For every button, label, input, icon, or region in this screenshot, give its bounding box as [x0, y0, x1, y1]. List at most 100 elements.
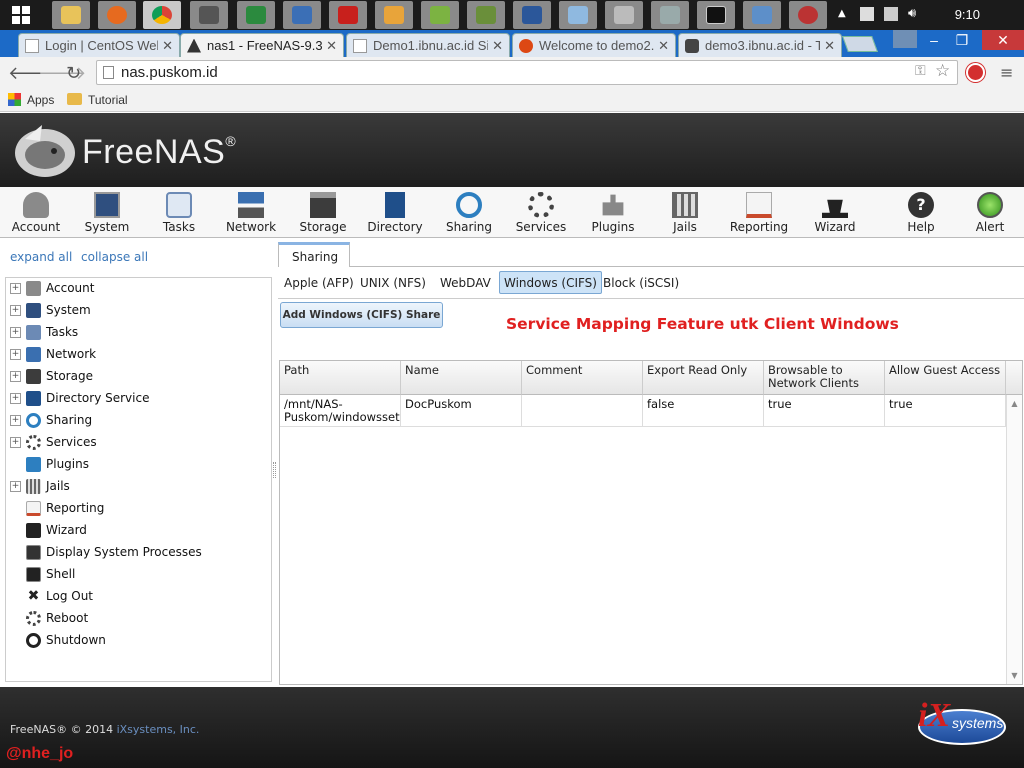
tree-item-tasks[interactable]: + Tasks	[10, 322, 78, 342]
menu-jails[interactable]: Jails	[654, 187, 716, 238]
taskbar-virtualbox[interactable]	[283, 1, 321, 29]
menu-alert[interactable]: Alert	[960, 187, 1020, 238]
expand-icon[interactable]: +	[10, 326, 21, 338]
bookmark-apps[interactable]: Apps	[27, 93, 54, 107]
apps-grid-icon[interactable]	[8, 93, 21, 106]
browser-tab-freenas[interactable]: nas1 - FreeNAS-9.3-S✕	[180, 33, 344, 57]
menu-storage[interactable]: Storage	[292, 187, 354, 238]
bookmark-tutorial[interactable]: Tutorial	[88, 93, 128, 107]
menu-system[interactable]: System	[76, 187, 138, 238]
reload-button[interactable]: ↻	[66, 63, 81, 84]
collapse-all-link[interactable]: collapse all	[81, 250, 148, 264]
tree-item-shell[interactable]: Shell	[10, 564, 75, 584]
tree-item-shutdown[interactable]: Shutdown	[10, 630, 106, 650]
column-header-browsable[interactable]: Browsable to Network Clients	[764, 361, 885, 395]
expand-icon[interactable]: +	[10, 282, 21, 294]
tree-item-display-system-processes[interactable]: Display System Processes	[10, 542, 202, 562]
taskbar-firefox[interactable]	[98, 1, 136, 29]
subtab-block-iscsi[interactable]: Block (iSCSI)	[599, 271, 683, 294]
url-text[interactable]: nas.puskom.id	[121, 64, 218, 81]
browser-tab-centos[interactable]: Login | CentOS WebP ✕	[18, 33, 180, 57]
menu-help[interactable]: ? Help	[890, 187, 952, 238]
subtab-unix-nfs[interactable]: UNIX (NFS)	[356, 271, 430, 294]
tree-item-plugins[interactable]: Plugins	[10, 454, 89, 474]
menu-plugins[interactable]: Plugins	[582, 187, 644, 238]
tree-item-reboot[interactable]: Reboot	[10, 608, 88, 628]
subtab-windows-cifs[interactable]: Windows (CIFS)	[499, 271, 602, 294]
taskbar-word[interactable]	[513, 1, 551, 29]
adblock-icon[interactable]	[966, 63, 985, 82]
menu-directory[interactable]: Directory	[364, 187, 426, 238]
tree-item-sharing[interactable]: + Sharing	[10, 410, 92, 430]
tree-item-storage[interactable]: + Storage	[10, 366, 93, 386]
tray-network-icon[interactable]	[860, 7, 874, 21]
tree-item-services[interactable]: + Services	[10, 432, 97, 452]
tray-device-icon[interactable]	[884, 7, 898, 21]
browser-tab-demo2[interactable]: Welcome to demo2.i ✕	[512, 33, 676, 57]
expand-icon[interactable]: +	[10, 392, 21, 404]
tray-clock[interactable]: 9:10	[955, 7, 980, 22]
address-bar[interactable]: nas.puskom.id ⚿ ☆	[96, 60, 958, 85]
expand-icon[interactable]: +	[10, 304, 21, 316]
tray-volume-icon[interactable]: 🔊︎	[908, 6, 916, 21]
scroll-down-icon[interactable]: ▼	[1007, 671, 1022, 680]
taskbar-file-explorer[interactable]	[52, 1, 90, 29]
taskbar-rdp-app[interactable]	[743, 1, 781, 29]
browser-tab-demo1[interactable]: Demo1.ibnu.ac.id Sit ✕	[346, 33, 510, 57]
expand-icon[interactable]: +	[10, 348, 21, 360]
column-header-path[interactable]: Path	[280, 361, 401, 395]
scroll-up-icon[interactable]: ▲	[1007, 399, 1022, 408]
chrome-menu-icon[interactable]: ≡	[1000, 63, 1013, 82]
taskbar-chrome[interactable]	[143, 1, 181, 29]
page-info-icon[interactable]	[103, 66, 114, 79]
maximize-button[interactable]: ❐	[946, 30, 978, 50]
taskbar-filezilla[interactable]	[329, 1, 367, 29]
close-tab-icon[interactable]: ✕	[492, 38, 503, 54]
column-header-comment[interactable]: Comment	[522, 361, 643, 395]
taskbar-tool-app[interactable]	[467, 1, 505, 29]
subtab-apple-afp[interactable]: Apple (AFP)	[280, 271, 358, 294]
tree-item-directory-service[interactable]: + Directory Service	[10, 388, 149, 408]
taskbar-cmd[interactable]	[697, 1, 735, 29]
taskbar-paint[interactable]	[559, 1, 597, 29]
close-tab-icon[interactable]: ✕	[162, 38, 173, 54]
menu-reporting[interactable]: Reporting	[726, 187, 792, 238]
close-tab-icon[interactable]: ✕	[658, 38, 669, 54]
tree-item-jails[interactable]: + Jails	[10, 476, 70, 496]
taskbar-folder-app[interactable]	[375, 1, 413, 29]
tree-item-wizard[interactable]: Wizard	[10, 520, 87, 540]
bookmark-star-icon[interactable]: ☆	[935, 61, 950, 81]
key-icon[interactable]: ⚿	[915, 63, 926, 79]
tree-item-network[interactable]: + Network	[10, 344, 96, 364]
expand-all-link[interactable]: expand all	[10, 250, 72, 264]
taskbar-grid-app[interactable]	[605, 1, 643, 29]
close-tab-icon[interactable]: ✕	[824, 38, 835, 54]
close-tab-icon[interactable]: ✕	[326, 38, 337, 54]
expand-icon[interactable]: +	[10, 414, 21, 426]
taskbar-remote-app[interactable]	[651, 1, 689, 29]
tray-chevron-icon[interactable]: ▲	[838, 8, 846, 19]
tree-item-log-out[interactable]: ✖ Log Out	[10, 586, 93, 606]
ixsystems-logo[interactable]: iX systems	[912, 697, 1008, 757]
menu-sharing[interactable]: Sharing	[438, 187, 500, 238]
ixsystems-link[interactable]: iXsystems, Inc.	[117, 723, 200, 736]
menu-wizard[interactable]: Wizard	[804, 187, 866, 238]
add-cifs-share-button[interactable]: Add Windows (CIFS) Share	[280, 302, 443, 328]
profile-icon[interactable]	[893, 30, 917, 48]
close-window-button[interactable]: ✕	[982, 30, 1024, 50]
vertical-scrollbar[interactable]: ▲ ▼	[1006, 395, 1022, 684]
sidebar-resize-handle[interactable]	[273, 462, 276, 478]
expand-icon[interactable]: +	[10, 436, 21, 448]
expand-icon[interactable]: +	[10, 480, 21, 492]
taskbar-network-tool[interactable]	[237, 1, 275, 29]
expand-icon[interactable]: +	[10, 370, 21, 382]
browser-tab-demo3[interactable]: demo3.ibnu.ac.id - T ✕	[678, 33, 842, 57]
column-header-export-read-only[interactable]: Export Read Only	[643, 361, 764, 395]
taskbar-vmware[interactable]	[421, 1, 459, 29]
menu-services[interactable]: Services	[510, 187, 572, 238]
new-tab-button[interactable]	[842, 36, 878, 52]
subtab-webdav[interactable]: WebDAV	[436, 271, 495, 294]
tab-sharing[interactable]: Sharing	[278, 242, 350, 267]
menu-network[interactable]: Network	[220, 187, 282, 238]
windows-start-button[interactable]	[2, 1, 40, 29]
